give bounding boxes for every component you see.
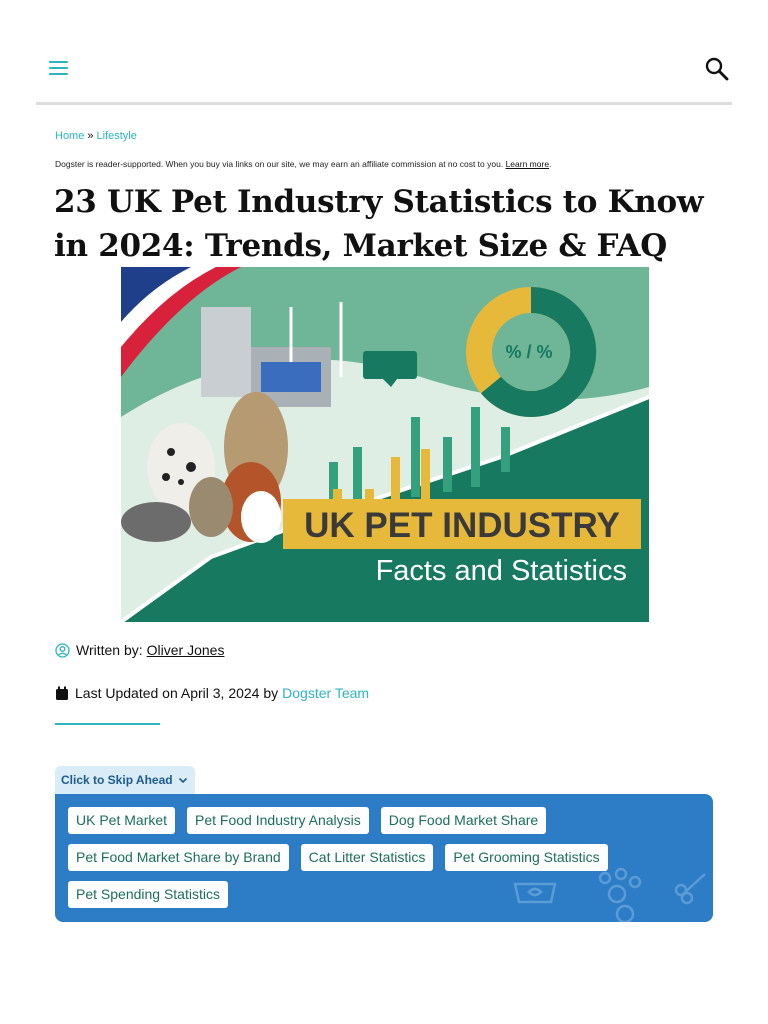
author-link[interactable]: Oliver Jones xyxy=(147,642,225,658)
hero-image: % / % UK PET INDUSTRY Facts and Statisti… xyxy=(121,267,649,622)
calendar-icon xyxy=(56,686,68,700)
donut-label: % / % xyxy=(505,342,552,362)
hamburger-menu-icon[interactable] xyxy=(48,58,70,78)
toc-link[interactable]: Pet Spending Statistics xyxy=(68,881,228,908)
updated-by-link[interactable]: Dogster Team xyxy=(282,685,369,701)
disclaimer-suffix: . xyxy=(549,159,552,169)
site-header xyxy=(0,0,768,105)
author-byline: Written by: Oliver Jones xyxy=(55,642,224,658)
breadcrumb-home[interactable]: Home xyxy=(55,130,84,142)
toc-link[interactable]: Pet Food Market Share by Brand xyxy=(68,844,289,871)
toc-link[interactable]: Pet Food Industry Analysis xyxy=(187,807,369,834)
hero-headline: UK PET INDUSTRY xyxy=(304,506,620,545)
user-icon xyxy=(55,642,70,658)
disclaimer-text: Dogster is reader-supported. When you bu… xyxy=(55,159,504,169)
author-prefix: Written by: xyxy=(76,642,143,658)
table-of-contents: UK Pet Market Pet Food Industry Analysis… xyxy=(55,794,713,922)
skip-ahead-label: Click to Skip Ahead xyxy=(61,773,173,787)
breadcrumb: Home» Lifestyle xyxy=(55,130,137,142)
skip-ahead-toggle[interactable]: Click to Skip Ahead xyxy=(55,766,195,794)
breadcrumb-separator: » xyxy=(87,130,94,142)
chevron-down-icon xyxy=(178,777,187,784)
breadcrumb-lifestyle[interactable]: Lifestyle xyxy=(96,130,136,142)
toc-link[interactable]: Pet Grooming Statistics xyxy=(445,844,608,871)
toc-links: UK Pet Market Pet Food Industry Analysis… xyxy=(68,807,688,908)
toc-link[interactable]: UK Pet Market xyxy=(68,807,176,834)
affiliate-disclaimer: Dogster is reader-supported. When you bu… xyxy=(55,159,551,169)
learn-more-link[interactable]: Learn more xyxy=(506,159,549,169)
section-divider xyxy=(55,723,160,725)
hero-subheadline: Facts and Statistics xyxy=(376,555,627,587)
updated-text: Last Updated on April 3, 2024 by xyxy=(75,685,279,701)
search-icon[interactable] xyxy=(704,56,730,82)
toc-link[interactable]: Dog Food Market Share xyxy=(380,807,547,834)
page-title: 23 UK Pet Industry Statistics to Know in… xyxy=(54,184,704,264)
toc-link[interactable]: Cat Litter Statistics xyxy=(300,844,434,871)
header-divider xyxy=(36,102,732,105)
last-updated: Last Updated on April 3, 2024 by Dogster… xyxy=(55,685,369,701)
